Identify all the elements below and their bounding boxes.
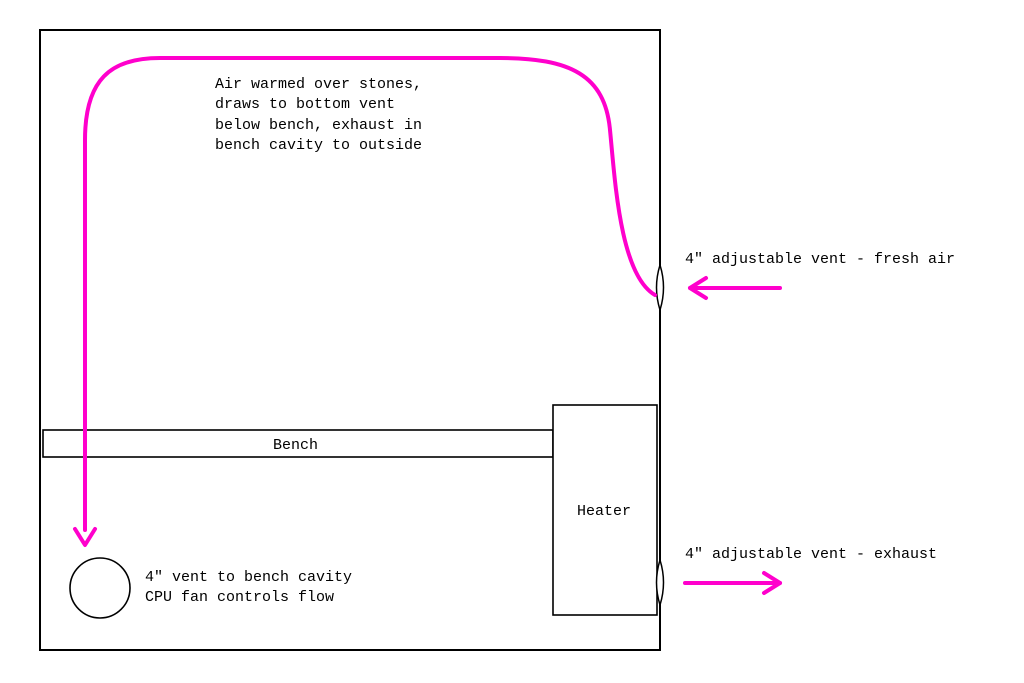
exhaust-vent-icon	[657, 560, 664, 605]
label-exhaust-vent: 4" adjustable vent - exhaust	[685, 545, 937, 565]
bench-label: Bench	[273, 437, 318, 454]
floor-vent-icon	[70, 558, 130, 618]
label-intake-vent: 4" adjustable vent - fresh air	[685, 250, 955, 270]
label-floor-vent: 4" vent to bench cavity CPU fan controls…	[145, 568, 352, 609]
intake-vent-icon	[657, 265, 664, 310]
heater-label: Heater	[577, 503, 631, 520]
label-description: Air warmed over stones, draws to bottom …	[215, 75, 422, 156]
